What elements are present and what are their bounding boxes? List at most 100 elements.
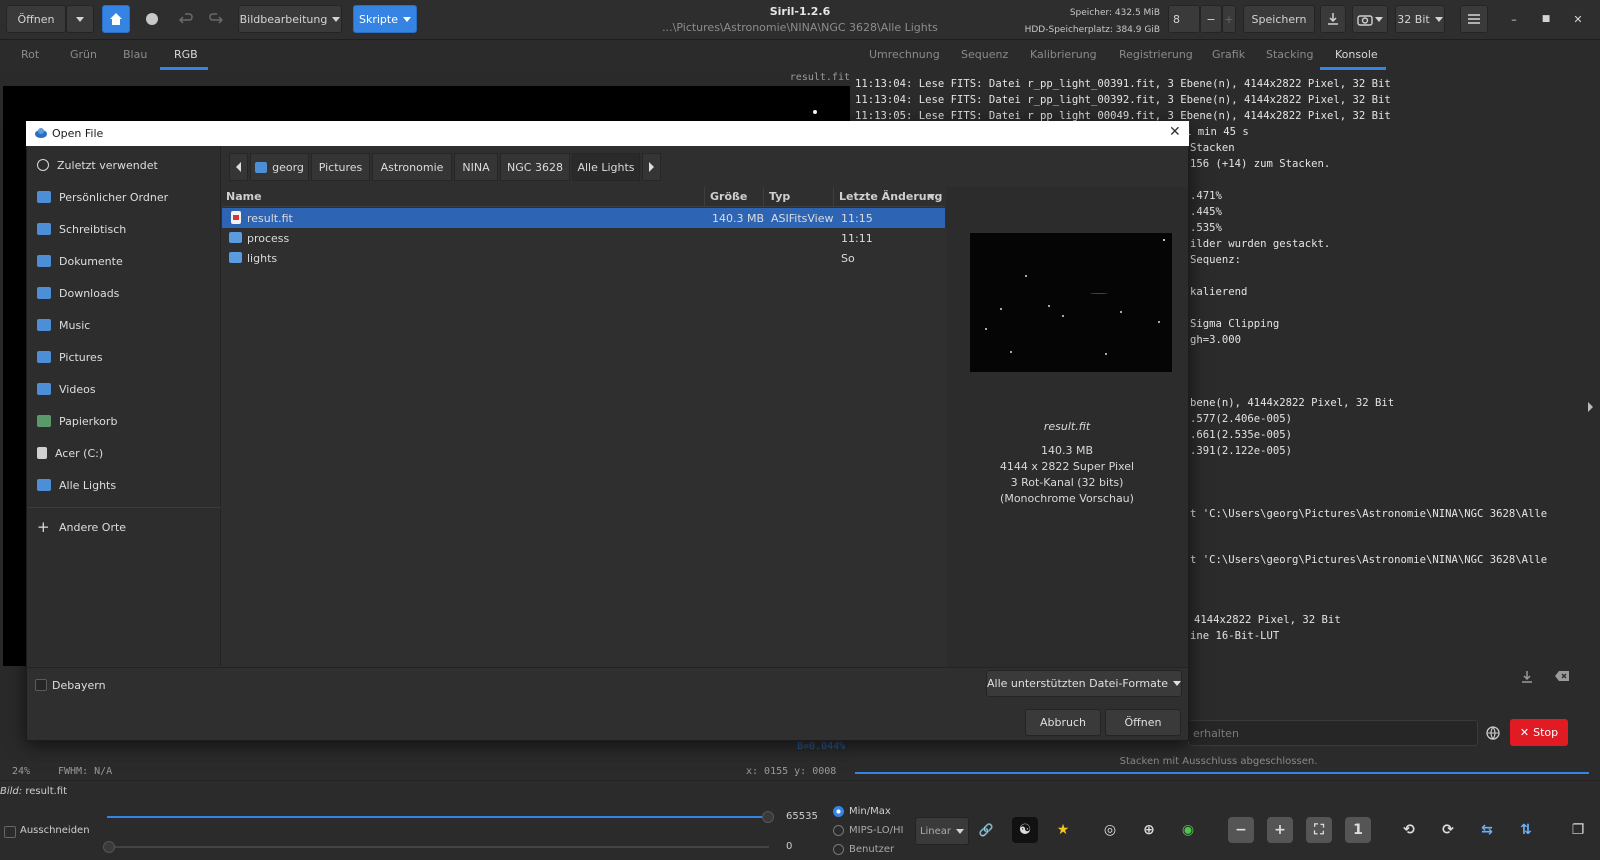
path-segment-georg[interactable]: georg [250, 153, 309, 181]
cursor-coords: x: 0155 y: 0008 [746, 766, 837, 777]
open-dropdown-button[interactable] [66, 5, 94, 33]
sidebar-item-drive-c[interactable]: Acer (C:) [37, 442, 103, 464]
column-type[interactable]: Typ [769, 190, 790, 203]
path-segment-pictures[interactable]: Pictures [311, 153, 370, 181]
open-button[interactable]: Öffnen [6, 5, 66, 33]
threads-spinner[interactable]: 8 [1168, 5, 1200, 33]
rotate-right-button[interactable]: ⟳ [1435, 817, 1461, 843]
psf-button[interactable]: ◉ [1175, 817, 1201, 843]
sidebar-item-trash[interactable]: Papierkorb [37, 410, 117, 432]
sidebar-item-recent[interactable]: Zuletzt verwendet [37, 154, 158, 176]
zoom-fit-button[interactable]: ⛶ [1306, 817, 1332, 843]
save-button[interactable]: Speichern [1243, 5, 1315, 33]
mirror-y-button[interactable]: ⇅ [1513, 817, 1539, 843]
zoom-out-button[interactable]: − [1228, 817, 1254, 843]
annotate-button[interactable]: ⊕ [1136, 817, 1162, 843]
path-segment-astronomie[interactable]: Astronomie [372, 153, 452, 181]
globe-button[interactable] [1486, 726, 1500, 743]
dialog-close-button[interactable]: ✕ [1169, 124, 1181, 140]
file-row[interactable]: result.fit 140.3 MB ASIFitsView 11:15 [222, 208, 945, 228]
mips-radio[interactable] [833, 825, 844, 836]
tab-sequence[interactable]: Sequenz [961, 48, 1008, 61]
path-back-button[interactable] [229, 153, 248, 181]
tab-plot[interactable]: Grafik [1212, 48, 1245, 61]
console-save-button[interactable] [1520, 670, 1534, 687]
max-slider-handle[interactable] [762, 811, 774, 823]
sidebar-item-pictures[interactable]: Pictures [37, 346, 103, 368]
cancel-button[interactable]: Abbruch [1025, 709, 1101, 736]
file-name: result.fit [247, 212, 293, 225]
main-menu-button[interactable] [1460, 5, 1488, 33]
tab-green[interactable]: Grün [70, 48, 97, 61]
zoom-in-button[interactable]: + [1267, 817, 1293, 843]
sidebar-item-videos[interactable]: Videos [37, 378, 96, 400]
tab-red[interactable]: Rot [21, 48, 39, 61]
file-row[interactable]: process 11:11 [222, 228, 945, 248]
close-window-button[interactable]: ✕ [1564, 5, 1592, 33]
preview-thumbnail [970, 233, 1172, 372]
maximize-button[interactable]: ■ [1532, 5, 1560, 33]
panel-expand-icon[interactable] [1588, 402, 1593, 412]
file-filter-select[interactable]: Alle unterstützten Datei-Formate [986, 670, 1182, 697]
column-size[interactable]: Größe [710, 190, 747, 203]
sidebar-item-home[interactable]: Persönlicher Ordner [37, 186, 168, 208]
color-button[interactable]: ★ [1050, 817, 1076, 843]
tab-conversion[interactable]: Umrechnung [869, 48, 940, 61]
undo-button[interactable] [172, 5, 200, 33]
minmax-radio[interactable] [833, 806, 844, 817]
home-folder-icon [37, 191, 51, 203]
rotate-left-button[interactable]: ⟲ [1396, 817, 1422, 843]
one-to-one-icon: 1 [1353, 822, 1363, 838]
bitdepth-menu[interactable]: 32 Bit [1395, 5, 1445, 33]
tab-calibration[interactable]: Kalibrierung [1030, 48, 1097, 61]
max-slider-track[interactable] [107, 816, 769, 818]
tab-stacking[interactable]: Stacking [1266, 48, 1313, 61]
sidebar-item-desktop[interactable]: Schreibtisch [37, 218, 126, 240]
sidebar-item-downloads[interactable]: Downloads [37, 282, 119, 304]
home-button[interactable] [102, 5, 130, 33]
path-segment-nina[interactable]: NINA [454, 153, 498, 181]
console-line: .391(2.122e-005) [1190, 445, 1293, 457]
mirror-x-button[interactable]: ⇆ [1474, 817, 1500, 843]
minimize-button[interactable]: – [1500, 5, 1528, 33]
threads-increment[interactable]: + [1222, 5, 1236, 33]
zoom-one-button[interactable]: 1 [1345, 817, 1371, 843]
star [1120, 311, 1122, 313]
path-segment-ngc3628[interactable]: NGC 3628 [500, 153, 570, 181]
sidebar-item-documents[interactable]: Dokumente [37, 250, 123, 272]
min-slider-handle[interactable] [103, 841, 115, 853]
fits-file-icon [231, 211, 241, 224]
star [1163, 239, 1165, 241]
stop-button[interactable]: ✕ Stop [1510, 719, 1568, 746]
sidebar-item-music[interactable]: Music [37, 314, 90, 336]
tab-console[interactable]: Konsole [1335, 48, 1378, 61]
console-clear-button[interactable] [1554, 670, 1570, 685]
user-radio[interactable] [833, 844, 844, 855]
command-input[interactable]: erhalten [1188, 720, 1478, 746]
redo-button[interactable] [202, 5, 230, 33]
windows-button[interactable]: ❐ [1565, 817, 1591, 843]
threads-decrement[interactable]: − [1200, 5, 1222, 33]
tab-blue[interactable]: Blau [123, 48, 147, 61]
scripts-menu[interactable]: Skripte [353, 5, 417, 33]
path-forward-button[interactable] [642, 153, 661, 181]
path-segment-alle-lights[interactable]: Alle Lights [572, 153, 640, 181]
snapshot-button[interactable] [1352, 5, 1388, 33]
save-as-button[interactable] [1320, 5, 1346, 33]
photometry-button[interactable]: ◎ [1097, 817, 1123, 843]
image-processing-menu[interactable]: Bildbearbeitung [238, 5, 342, 33]
sidebar-item-alle-lights[interactable]: Alle Lights [37, 474, 116, 496]
column-name[interactable]: Name [226, 190, 262, 203]
record-button[interactable] [138, 5, 166, 33]
min-slider-track[interactable] [107, 846, 769, 848]
negative-view-button[interactable]: ☯ [1012, 817, 1038, 843]
stretch-menu[interactable]: Linear [915, 817, 969, 845]
crop-checkbox[interactable] [4, 826, 16, 838]
open-file-button[interactable]: Öffnen [1105, 709, 1181, 736]
tab-registration[interactable]: Registrierung [1119, 48, 1193, 61]
link-channels-button[interactable]: 🔗 [973, 817, 999, 843]
sidebar-item-other-locations[interactable]: + Andere Orte [37, 516, 126, 538]
debayer-checkbox[interactable] [35, 679, 47, 691]
tab-rgb[interactable]: RGB [174, 48, 198, 61]
file-row[interactable]: lights So [222, 248, 945, 268]
